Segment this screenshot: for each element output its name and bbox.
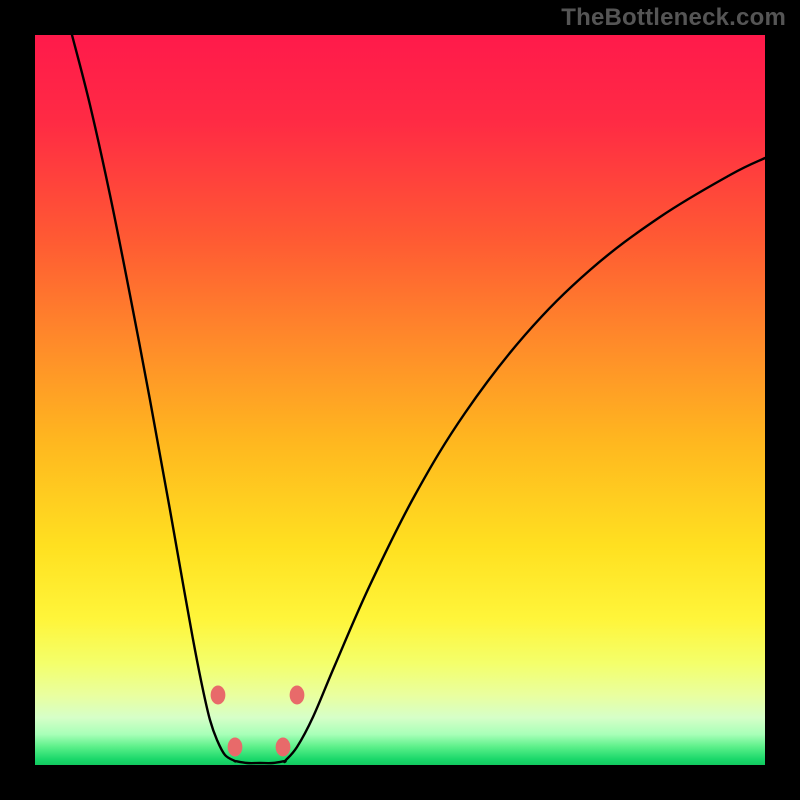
curve-marker: [211, 686, 226, 705]
plot-area: [35, 35, 765, 765]
bottleneck-curve: [72, 35, 765, 763]
curve-markers: [211, 686, 305, 757]
chart-stage: TheBottleneck.com: [0, 0, 800, 800]
curve-marker: [276, 738, 291, 757]
curve-marker: [228, 738, 243, 757]
watermark-text: TheBottleneck.com: [561, 4, 786, 32]
curve-marker: [290, 686, 305, 705]
curve-layer: [35, 35, 765, 765]
